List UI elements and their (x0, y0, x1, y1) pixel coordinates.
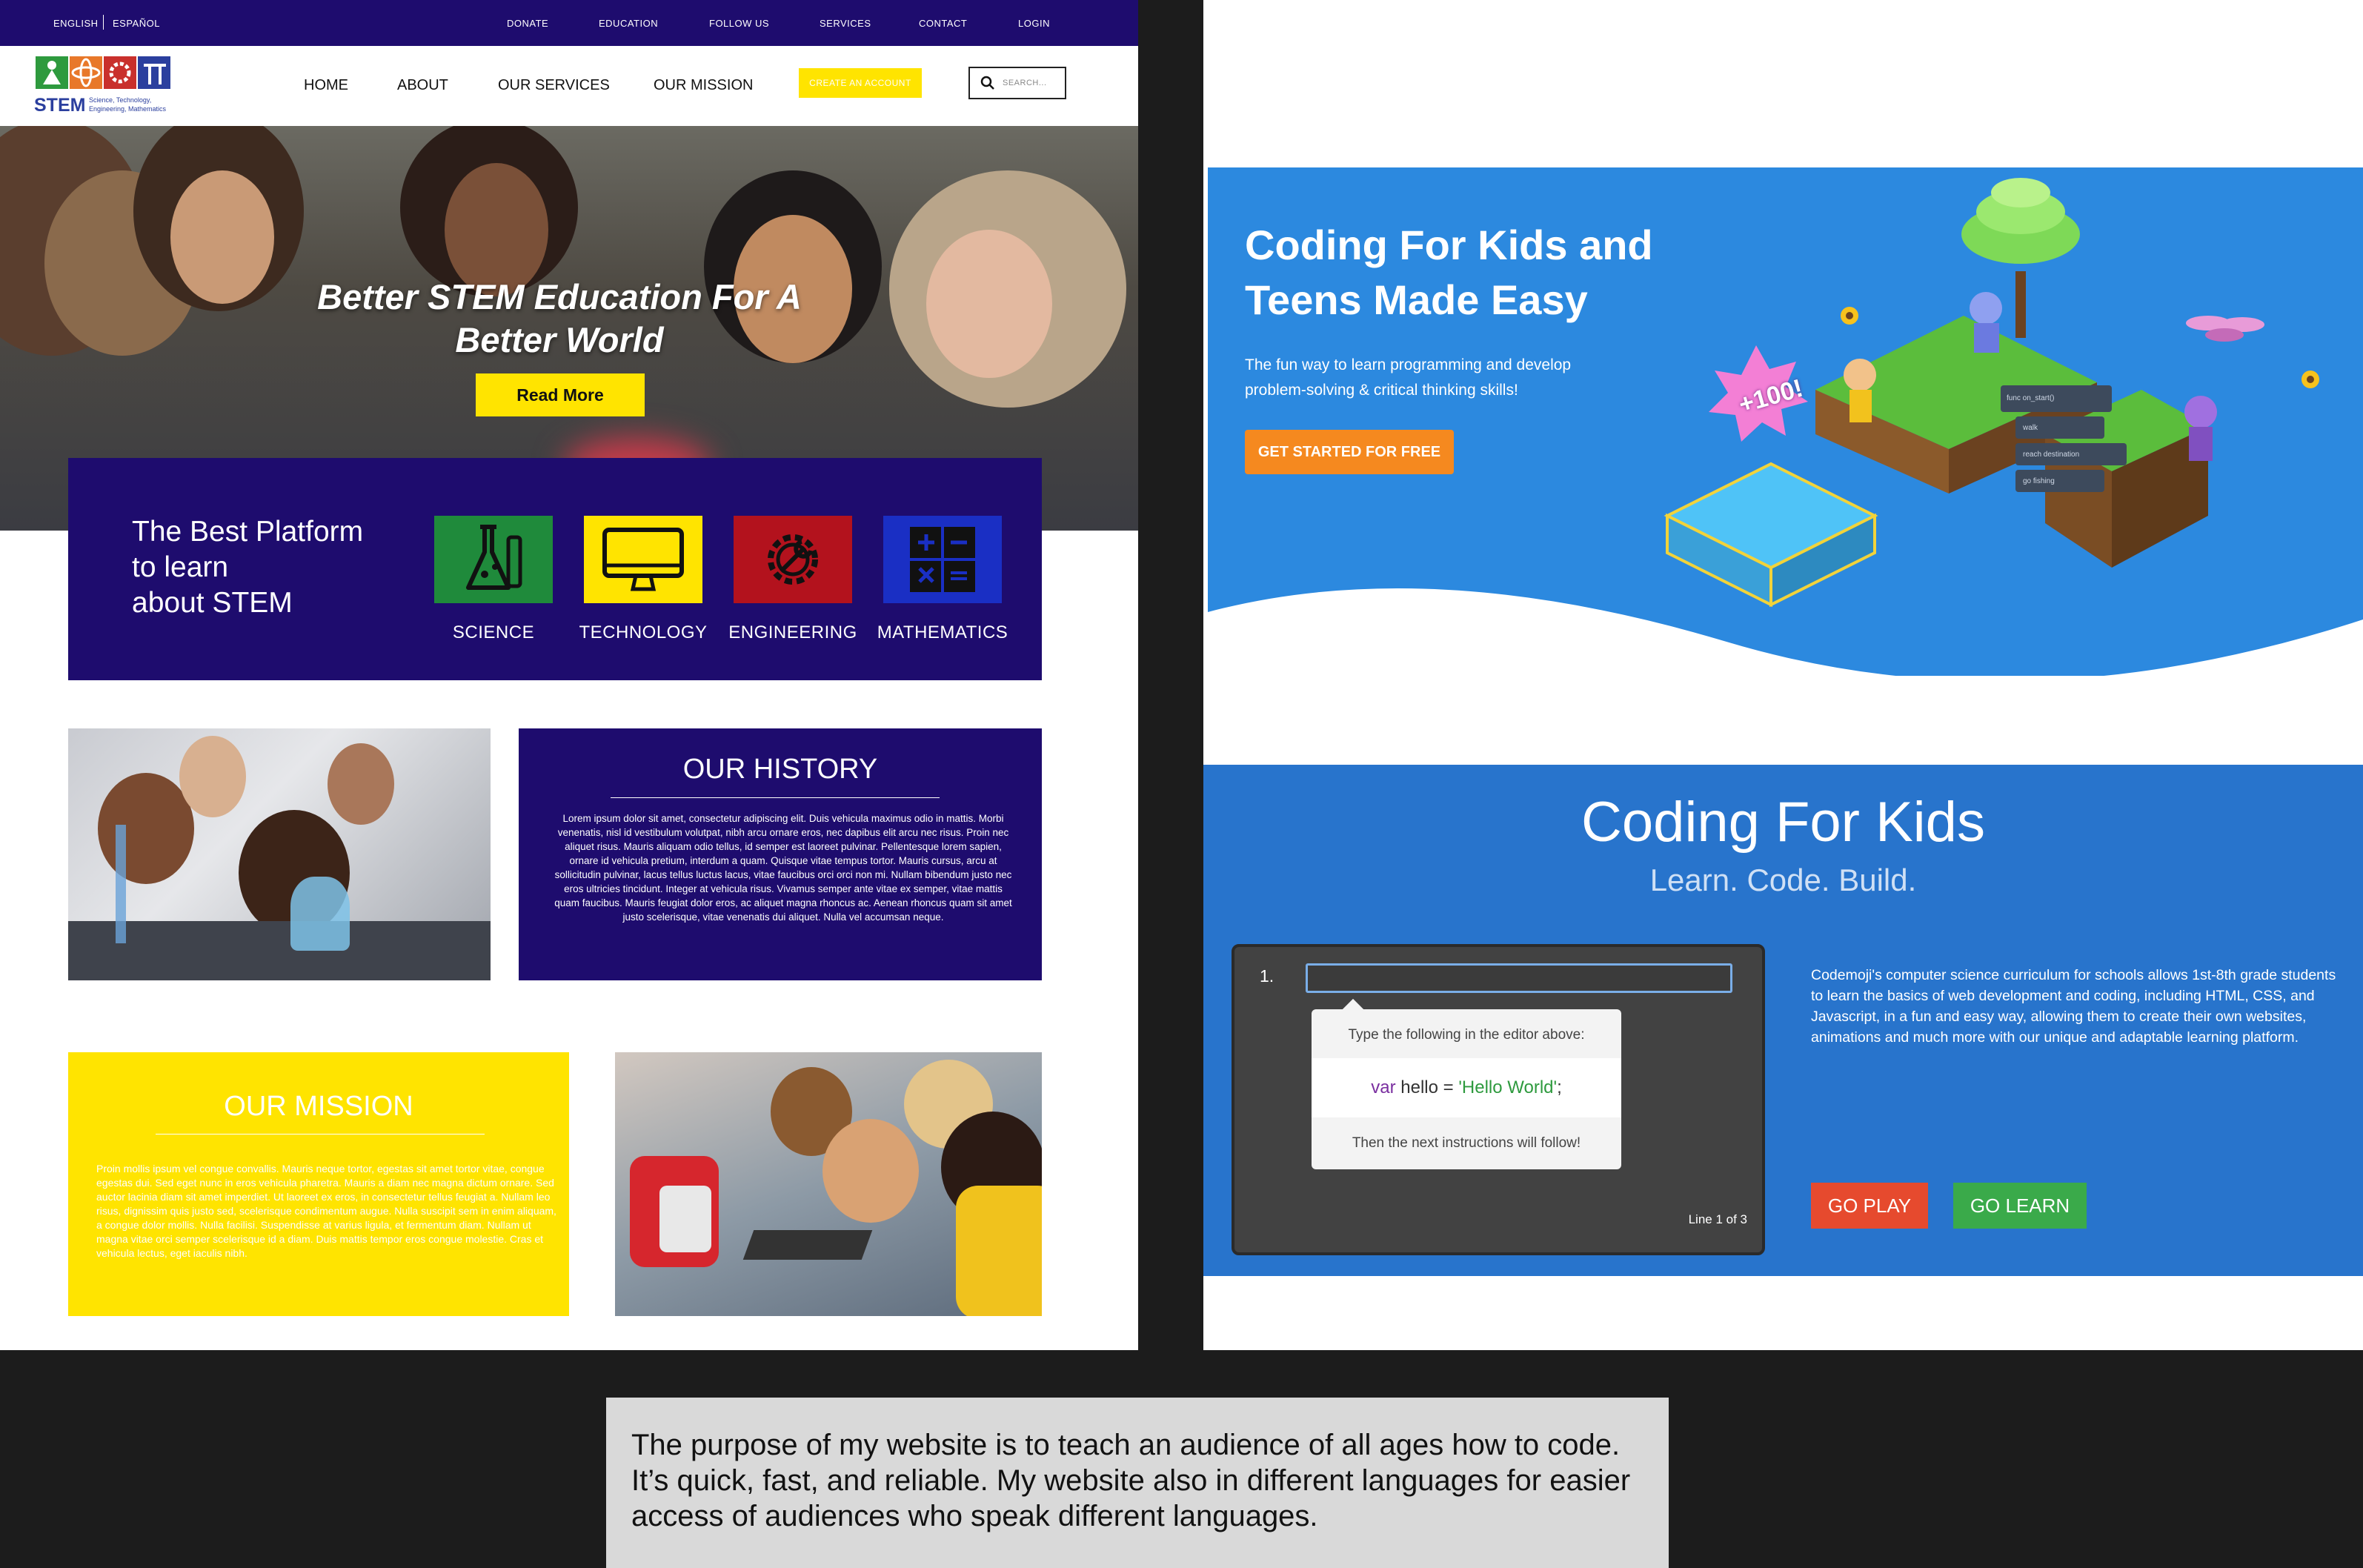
science-tile[interactable] (434, 516, 553, 603)
banner-subtitle-line-2: problem-solving & critical thinking skil… (1245, 382, 1518, 399)
logo-wordmark: STEM (34, 95, 86, 116)
topbar-link-education[interactable]: EDUCATION (599, 18, 658, 29)
logo-tagline-2: Engineering, Mathematics (89, 105, 167, 113)
coding-hero-banner: +100! func on_start() walk reach destina… (1208, 167, 2363, 676)
stem-website-mockup: ENGLISH ESPAÑOL DONATE EDUCATION FOLLOW … (0, 0, 1138, 1350)
get-started-button[interactable]: GET STARTED FOR FREE (1245, 430, 1454, 474)
code-editor-widget: 1. Type the following in the editor abov… (1232, 944, 1765, 1255)
platform-heading-line-2: to learn (132, 551, 229, 583)
banner-title: Coding For Kids and Teens Made Easy (1245, 218, 1764, 328)
editor-instruction-tooltip: Type the following in the editor above: … (1312, 1009, 1621, 1169)
code-variable: hello = (1395, 1077, 1459, 1097)
logo-tagline-1: Science, Technology, (89, 96, 152, 104)
science-label: SCIENCE (452, 622, 535, 642)
nav-about[interactable]: ABOUT (397, 77, 448, 94)
gear-wrench-icon (768, 534, 818, 585)
lang-spanish-link[interactable]: ESPAÑOL (113, 18, 160, 29)
topbar-link-follow-us[interactable]: FOLLOW US (709, 18, 769, 29)
monitor-icon (602, 528, 684, 591)
our-history-card: OUR HISTORY Lorem ipsum dolor sit amet, … (519, 728, 1042, 980)
our-mission-card: OUR MISSION Proin mollis ipsum vel congu… (68, 1052, 569, 1316)
mission-body: Proin mollis ipsum vel congue convallis.… (96, 1163, 556, 1259)
search-icon (980, 76, 994, 90)
platform-heading-line-1: The Best Platform (132, 516, 364, 548)
go-learn-button[interactable]: GO LEARN (1953, 1183, 2087, 1229)
history-photo (68, 728, 491, 980)
platform-categories-panel: The Best Platform to learn about STEM SC… (68, 458, 1042, 680)
code-string: 'Hello World' (1458, 1077, 1558, 1097)
topbar-link-donate[interactable]: DONATE (507, 18, 548, 29)
code-block-2: walk (2023, 424, 2038, 432)
hero-title-line-1: Better STEM Education For A (317, 277, 802, 316)
mission-divider (156, 1134, 485, 1135)
topbar-link-login[interactable]: LOGIN (1018, 18, 1050, 29)
go-play-button[interactable]: GO PLAY (1811, 1183, 1928, 1229)
mathematics-tile[interactable] (883, 516, 1002, 603)
engineering-label: ENGINEERING (728, 622, 857, 642)
top-utility-bar: ENGLISH ESPAÑOL DONATE EDUCATION FOLLOW … (0, 0, 1138, 46)
code-block-4: go fishing (2023, 477, 2055, 485)
tooltip-code-sample: var hello = 'Hello World' ; (1312, 1058, 1621, 1117)
engineering-tile[interactable] (734, 516, 852, 603)
code-semicolon: ; (1557, 1077, 1562, 1097)
hero-title: Better STEM Education For A Better World (282, 276, 837, 362)
technology-tile[interactable] (584, 516, 702, 603)
coding-reference-mockups: +100! func on_start() walk reach destina… (1203, 0, 2363, 1350)
banner-title-line-1: Coding For Kids and (1245, 222, 1653, 268)
mathematics-label: MATHEMATICS (877, 622, 1008, 642)
editor-code-input[interactable] (1306, 963, 1732, 993)
tooltip-intro: Type the following in the editor above: (1348, 1027, 1585, 1043)
history-divider (611, 797, 940, 798)
nav-our-services[interactable]: OUR SERVICES (498, 77, 610, 94)
search-box[interactable]: SEARCH... (968, 67, 1066, 99)
coding-section-subtitle: Learn. Code. Build. (1649, 863, 1917, 897)
robotics-photo (615, 1052, 1042, 1316)
stem-logo[interactable]: STEM Science, Technology, Engineering, M… (34, 55, 182, 119)
history-body: Lorem ipsum dolor sit amet, consectetur … (554, 813, 1012, 923)
mission-title: OUR MISSION (224, 1091, 413, 1122)
editor-line-number: 1. (1260, 966, 1274, 986)
curriculum-description: Codemoji's computer science curriculum f… (1811, 967, 2336, 1046)
search-placeholder: SEARCH... (1003, 79, 1047, 87)
create-account-button[interactable]: CREATE AN ACCOUNT (799, 68, 922, 98)
coding-for-kids-section: Coding For Kids Learn. Code. Build. 1. T… (1203, 765, 2363, 1276)
hero-title-line-2: Better World (455, 320, 664, 359)
read-more-button[interactable]: Read More (476, 373, 645, 416)
lang-divider (103, 15, 104, 30)
nav-our-mission[interactable]: OUR MISSION (654, 77, 753, 94)
code-block-3: reach destination (2023, 451, 2080, 459)
platform-heading-line-3: about STEM (132, 587, 293, 619)
technology-label: TECHNOLOGY (579, 622, 708, 642)
nav-home[interactable]: HOME (304, 77, 348, 94)
lang-english-link[interactable]: ENGLISH (53, 18, 99, 29)
topbar-link-contact[interactable]: CONTACT (919, 18, 967, 29)
code-keyword: var (1371, 1077, 1396, 1097)
math-symbols-icon (910, 527, 975, 592)
banner-subtitle: The fun way to learn programming and dev… (1245, 353, 1630, 403)
history-title: OUR HISTORY (682, 754, 878, 785)
purpose-caption: The purpose of my website is to teach an… (606, 1398, 1669, 1568)
editor-line-status: Line 1 of 3 (1688, 1212, 1747, 1226)
banner-subtitle-line-1: The fun way to learn programming and dev… (1245, 356, 1572, 373)
platform-heading: The Best Platform to learn about STEM (132, 514, 399, 621)
tooltip-outro: Then the next instructions will follow! (1352, 1135, 1581, 1151)
banner-title-line-2: Teens Made Easy (1245, 276, 1588, 323)
code-block-1: func on_start() (2007, 394, 2055, 402)
topbar-link-services[interactable]: SERVICES (820, 18, 871, 29)
flask-icon (466, 525, 522, 590)
coding-section-title: Coding For Kids (1581, 791, 1985, 854)
